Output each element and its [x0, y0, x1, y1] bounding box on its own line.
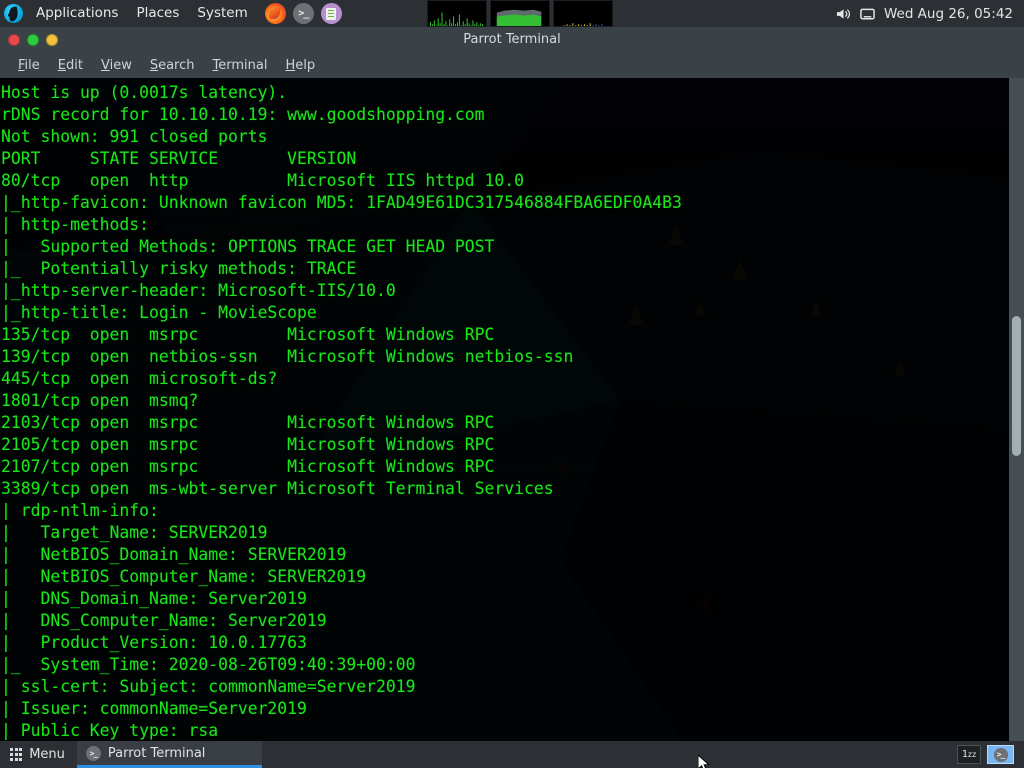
- display-icon[interactable]: [860, 7, 875, 21]
- parrot-logo-icon[interactable]: [0, 0, 27, 27]
- taskbar-item-label: Parrot Terminal: [107, 745, 206, 761]
- menu-file[interactable]: File: [10, 56, 48, 75]
- menu-help[interactable]: Help: [277, 56, 323, 75]
- launcher-bar: >_: [264, 3, 342, 24]
- top-panel-tray: Wed Aug 26, 05:42: [836, 6, 1024, 22]
- maximize-button[interactable]: [46, 33, 58, 46]
- bottom-panel: Menu >_ Parrot Terminal 1 zz >_: [0, 741, 1024, 768]
- menubar: File Edit View Search Terminal Help: [0, 52, 1024, 78]
- desktop-screen: Security_Script .16 Applications Places …: [0, 0, 1024, 768]
- cpu-monitor[interactable]: [427, 0, 487, 27]
- top-panel: Applications Places System >_ Wed Aug 26…: [0, 0, 1024, 27]
- terminal-icon[interactable]: >_: [292, 3, 314, 24]
- terminal-window: Parrot Terminal File Edit View Search Te…: [0, 27, 1024, 741]
- window-controls: [0, 33, 58, 46]
- menu-places[interactable]: Places: [127, 0, 188, 27]
- speaker-icon[interactable]: [836, 7, 851, 21]
- bottom-panel-tray: 1 zz >_: [957, 745, 1024, 764]
- menu-edit[interactable]: Edit: [50, 56, 91, 75]
- firefox-icon[interactable]: [264, 3, 286, 24]
- terminal-output: Host is up (0.0017s latency). rDNS recor…: [1, 83, 682, 740]
- network-monitor[interactable]: [553, 0, 613, 27]
- terminal-icon: >_: [85, 745, 101, 761]
- task-list: >_ Parrot Terminal: [76, 741, 262, 768]
- menu-applications[interactable]: Applications: [27, 0, 127, 27]
- window-titlebar[interactable]: Parrot Terminal: [0, 27, 1024, 52]
- workspace-switcher-icon[interactable]: 1 zz: [957, 745, 981, 764]
- document-icon[interactable]: [320, 3, 342, 24]
- close-button[interactable]: [8, 33, 20, 46]
- start-menu-button[interactable]: Menu: [0, 741, 77, 768]
- menu-view[interactable]: View: [93, 56, 140, 75]
- system-monitors: [427, 0, 613, 27]
- taskbar-item-parrot-terminal[interactable]: >_ Parrot Terminal: [76, 741, 262, 768]
- start-menu-label: Menu: [29, 747, 65, 762]
- memory-monitor[interactable]: [490, 0, 550, 27]
- grid-menu-icon: [10, 748, 23, 761]
- menu-terminal[interactable]: Terminal: [205, 56, 276, 75]
- clock[interactable]: Wed Aug 26, 05:42: [884, 6, 1013, 22]
- minimize-button[interactable]: [27, 33, 39, 46]
- terminal-body[interactable]: Host is up (0.0017s latency). rDNS recor…: [0, 78, 1024, 741]
- menu-search[interactable]: Search: [142, 56, 203, 75]
- scrollbar-thumb[interactable]: [1012, 316, 1021, 456]
- terminal-window-icon[interactable]: >_: [987, 745, 1014, 764]
- window-title: Parrot Terminal: [463, 32, 561, 47]
- menu-system[interactable]: System: [188, 0, 256, 27]
- terminal-scrollbar[interactable]: [1009, 78, 1024, 741]
